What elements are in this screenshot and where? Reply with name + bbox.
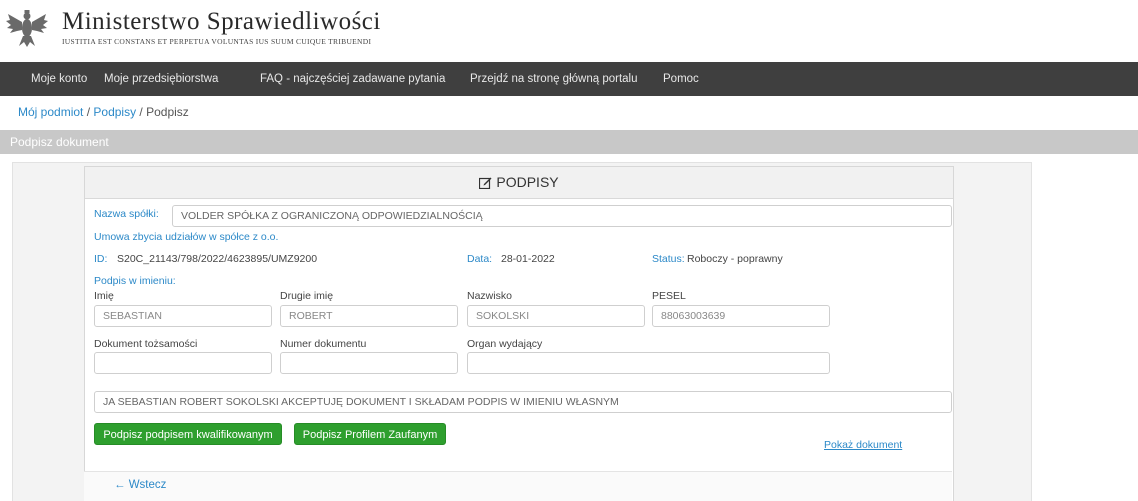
card-header: PODPISY xyxy=(85,167,953,199)
document-number-label: Numer dokumentu xyxy=(280,338,367,350)
main-nav: Moje konto Moje przedsiębiorstwa FAQ - n… xyxy=(0,62,1138,96)
ministry-motto: IUSTITIA EST CONSTANS ET PERPETUA VOLUNT… xyxy=(62,37,372,46)
section-title: Podpisz dokument xyxy=(10,135,109,149)
breadcrumb-signatures[interactable]: Podpisy xyxy=(93,105,136,119)
issuing-authority-field[interactable] xyxy=(467,352,830,374)
first-name-field[interactable]: SEBASTIAN xyxy=(94,305,272,327)
ministry-title: Ministerstwo Sprawiedliwości xyxy=(62,8,381,35)
declaration-field[interactable]: JA SEBASTIAN ROBERT SOKOLSKI AKCEPTUJĘ D… xyxy=(94,391,952,413)
date-value: 28-01-2022 xyxy=(501,253,555,265)
company-name-field[interactable]: VOLDER SPÓŁKA Z OGRANICZONĄ ODPOWIEDZIAL… xyxy=(172,205,952,227)
arrow-left-icon: ← xyxy=(114,479,126,491)
last-name-label: Nazwisko xyxy=(467,290,512,302)
identity-document-label: Dokument tożsamości xyxy=(94,338,198,350)
middle-name-field[interactable]: ROBERT xyxy=(280,305,458,327)
first-name-label: Imię xyxy=(94,290,114,302)
sign-qualified-button[interactable]: Podpisz podpisem kwalifikowanym xyxy=(94,423,282,445)
identity-document-field[interactable] xyxy=(94,352,272,374)
sign-trusted-profile-button[interactable]: Podpisz Profilem Zaufanym xyxy=(294,423,446,445)
breadcrumb-my-entity[interactable]: Mój podmiot xyxy=(18,105,83,119)
id-label: ID: xyxy=(94,253,108,265)
edit-icon xyxy=(479,177,492,190)
nav-item-portal-home[interactable]: Przejdź na stronę główną portalu xyxy=(470,62,638,96)
page-header: Ministerstwo Sprawiedliwości IUSTITIA ES… xyxy=(0,0,1138,56)
company-name-label: Nazwa spółki: xyxy=(94,208,159,220)
pesel-label: PESEL xyxy=(652,290,686,302)
breadcrumb-current: Podpisz xyxy=(146,105,189,119)
middle-name-label: Drugie imię xyxy=(280,290,334,302)
show-document-link[interactable]: Pokaż dokument xyxy=(824,439,902,451)
nav-item-my-account[interactable]: Moje konto xyxy=(31,62,87,96)
back-link[interactable]: ← Wstecz xyxy=(114,479,166,491)
id-value: S20C_21143/798/2022/4623895/UMZ9200 xyxy=(117,253,318,265)
eagle-emblem-icon xyxy=(6,10,48,47)
document-type: Umowa zbycia udziałów w spółce z o.o. xyxy=(94,231,279,243)
status-label: Status: xyxy=(652,253,685,265)
breadcrumb-separator: / xyxy=(83,105,94,119)
on-behalf-label: Podpis w imieniu: xyxy=(94,275,176,287)
pesel-field[interactable]: 88063003639 xyxy=(652,305,830,327)
status-value: Roboczy - poprawny xyxy=(687,253,783,265)
card-title: PODPISY xyxy=(85,167,953,198)
nav-item-my-businesses[interactable]: Moje przedsiębiorstwa xyxy=(104,62,218,96)
breadcrumb: Mój podmiot / Podpisy / Podpisz xyxy=(18,105,189,119)
breadcrumb-separator: / xyxy=(136,105,147,119)
date-label: Data: xyxy=(467,253,493,265)
section-bar: Podpisz dokument xyxy=(0,130,1138,154)
nav-item-help[interactable]: Pomoc xyxy=(663,62,699,96)
nav-item-faq[interactable]: FAQ - najczęściej zadawane pytania xyxy=(260,62,445,96)
last-name-field[interactable]: SOKOLSKI xyxy=(467,305,645,327)
card-footer xyxy=(84,471,952,501)
document-number-field[interactable] xyxy=(280,352,458,374)
issuing-authority-label: Organ wydający xyxy=(467,338,543,350)
